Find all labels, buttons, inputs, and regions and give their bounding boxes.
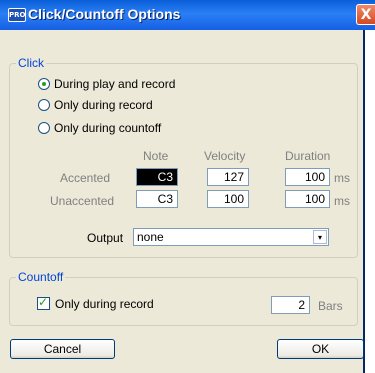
ok-button[interactable]: OK <box>277 339 364 359</box>
checkbox-label: Only during record <box>55 297 154 311</box>
only-during-record-checkbox[interactable] <box>37 295 50 310</box>
unaccented-velocity-field[interactable]: 100 <box>207 190 249 208</box>
bars-label: Bars <box>318 299 343 313</box>
accented-note-field[interactable]: C3 <box>136 168 178 186</box>
chevron-down-icon[interactable]: ▾ <box>313 230 327 244</box>
output-select[interactable]: none ▾ <box>133 228 329 246</box>
click-legend: Click <box>16 56 46 70</box>
dialog-window: PRO Click/Countoff Options X Click Durin… <box>0 0 375 373</box>
radio-during-play-and-record[interactable]: During play and record <box>38 77 175 91</box>
accented-unit: ms <box>334 171 350 185</box>
duration-header: Duration <box>285 149 331 163</box>
cancel-button[interactable]: Cancel <box>10 339 115 359</box>
radio-label: Only during countoff <box>54 121 162 135</box>
bars-field[interactable]: 2 <box>271 296 310 314</box>
velocity-header: Velocity <box>204 149 246 163</box>
radio-button[interactable] <box>38 99 50 111</box>
accented-label: Accented <box>60 171 111 185</box>
output-select-value: none <box>137 230 164 244</box>
title-bar[interactable]: PRO Click/Countoff Options X <box>0 0 375 30</box>
accented-velocity-field[interactable]: 127 <box>207 168 249 186</box>
radio-button[interactable] <box>38 122 50 134</box>
radio-label: During play and record <box>54 77 176 91</box>
radio-label: Only during record <box>54 98 153 112</box>
unaccented-label: Unaccented <box>50 194 115 208</box>
countoff-legend: Countoff <box>16 270 66 284</box>
close-button[interactable]: X <box>356 4 375 25</box>
radio-only-during-countoff[interactable]: Only during countoff <box>38 121 161 135</box>
unaccented-note-field[interactable]: C3 <box>136 190 178 208</box>
note-header: Note <box>143 149 169 163</box>
radio-button-checked[interactable] <box>38 78 50 90</box>
accented-duration-field[interactable]: 100 <box>285 168 330 186</box>
window-title: Click/Countoff Options <box>28 6 181 22</box>
radio-only-during-record[interactable]: Only during record <box>38 98 153 112</box>
output-label: Output <box>87 231 124 245</box>
unaccented-duration-field[interactable]: 100 <box>285 190 330 208</box>
unaccented-unit: ms <box>334 194 350 208</box>
app-icon: PRO <box>8 8 26 22</box>
